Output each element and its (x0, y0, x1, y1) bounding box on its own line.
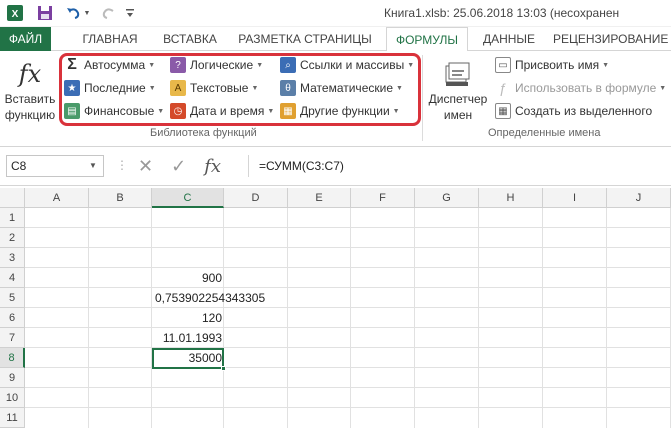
library-group-label: Библиотека функций (150, 127, 257, 139)
cell-c4[interactable]: 900 (152, 269, 224, 288)
grid-line (25, 367, 671, 368)
tab-formulas[interactable]: ФОРМУЛЫ (386, 27, 468, 52)
row-header-5[interactable]: 5 (0, 288, 25, 308)
grid-line (478, 208, 479, 428)
row-header-9[interactable]: 9 (0, 368, 25, 388)
enter-icon[interactable]: ✓ (171, 156, 186, 177)
grid-line (25, 287, 671, 288)
grid-line (25, 307, 671, 308)
column-header-d[interactable]: D (224, 188, 288, 208)
cancel-icon[interactable]: ✕ (138, 156, 153, 177)
define-name-icon: ▭ (495, 57, 511, 73)
create-from-selection-button[interactable]: ▦ Создать из выделенного (495, 101, 652, 121)
use-in-formula-icon: ƒ (499, 80, 507, 96)
title-bar: X ▼ Книга1.xlsb: 25.06.2018 13:03 (несох… (0, 0, 671, 27)
row-header-2[interactable]: 2 (0, 228, 25, 248)
group-divider (422, 55, 423, 141)
grid-line (350, 208, 351, 428)
define-name-label: Присвоить имя (515, 58, 600, 72)
row-header-7[interactable]: 7 (0, 328, 25, 348)
grid-line (287, 208, 288, 428)
grid-line (25, 267, 671, 268)
grid-line (88, 208, 89, 428)
cell-c7[interactable]: 11.01.1993 (152, 329, 224, 348)
chevron-down-icon: ▼ (659, 84, 667, 92)
row-header-4[interactable]: 4 (0, 268, 25, 288)
name-box-dropdown-icon[interactable]: ▼ (89, 155, 97, 177)
name-manager-label-1: Диспетчер (428, 92, 488, 106)
row-header-1[interactable]: 1 (0, 208, 25, 228)
tab-data[interactable]: ДАННЫЕ (473, 27, 545, 51)
define-name-button[interactable]: ▭ Присвоить имя ▼ (495, 55, 609, 75)
column-header-b[interactable]: B (89, 188, 152, 208)
formula-bar-grip-icon: ⋮ (116, 158, 128, 172)
select-all-corner[interactable] (0, 188, 25, 208)
tab-insert[interactable]: ВСТАВКА (150, 27, 230, 51)
insert-function-fx-icon[interactable]: fx (204, 156, 221, 177)
formula-input[interactable]: =СУММ(C3:C7) (248, 155, 668, 177)
formula-bar: C8 ▼ ⋮ ✕ ✓ fx =СУММ(C3:C7) (0, 148, 671, 186)
cell-c5[interactable]: 0,753902254343305 (153, 289, 283, 308)
insert-function-button[interactable]: fx Вставить функцию (2, 59, 58, 123)
chevron-down-icon: ▼ (602, 61, 610, 69)
customize-qat-icon[interactable] (124, 4, 136, 22)
grid-line (542, 208, 543, 428)
active-cell-border (152, 348, 224, 369)
save-icon[interactable] (36, 4, 54, 22)
column-header-e[interactable]: E (288, 188, 351, 208)
fill-handle[interactable] (221, 366, 226, 371)
redo-icon[interactable] (100, 4, 118, 22)
row-header-11[interactable]: 11 (0, 408, 25, 428)
insert-function-label-2: функцию (4, 108, 56, 122)
grid-line (606, 208, 607, 428)
tab-home[interactable]: ГЛАВНАЯ (70, 27, 150, 51)
column-header-f[interactable]: F (351, 188, 415, 208)
grid-line (25, 387, 671, 388)
row-header-10[interactable]: 10 (0, 388, 25, 408)
insert-function-label-1: Вставить (4, 92, 56, 106)
create-from-selection-icon: ▦ (495, 103, 511, 119)
column-header-g[interactable]: G (415, 188, 479, 208)
grid-line (25, 247, 671, 248)
worksheet-grid[interactable]: A B C D E F G H I J 1 2 3 4 5 6 7 8 9 10… (0, 188, 671, 428)
document-title: Книга1.xlsb: 25.06.2018 13:03 (несохране… (384, 6, 620, 20)
grid-line (25, 347, 671, 348)
grid-line (414, 208, 415, 428)
grid-line (25, 407, 671, 408)
svg-text:X: X (12, 9, 19, 20)
grid-line (25, 227, 671, 228)
undo-icon[interactable] (64, 4, 82, 22)
grid-line (25, 327, 671, 328)
ribbon-tabs: ФАЙЛ ГЛАВНАЯ ВСТАВКА РАЗМЕТКА СТРАНИЦЫ Ф… (0, 27, 671, 52)
function-library-highlight (59, 53, 421, 126)
row-header-3[interactable]: 3 (0, 248, 25, 268)
undo-dropdown-icon[interactable]: ▼ (82, 4, 92, 22)
name-manager-button[interactable]: Диспетчер имен (426, 59, 490, 123)
column-header-a[interactable]: A (25, 188, 89, 208)
row-header-8[interactable]: 8 (0, 348, 25, 368)
names-group-label: Определенные имена (488, 127, 601, 139)
tab-review[interactable]: РЕЦЕНЗИРОВАНИЕ (553, 27, 671, 51)
column-header-j[interactable]: J (607, 188, 671, 208)
row-header-6[interactable]: 6 (0, 308, 25, 328)
excel-logo-icon[interactable]: X (6, 4, 24, 22)
tab-file[interactable]: ФАЙЛ (0, 27, 51, 51)
cell-c6[interactable]: 120 (152, 309, 224, 328)
use-in-formula-label: Использовать в формуле (515, 81, 657, 95)
create-from-selection-label: Создать из выделенного (515, 104, 653, 118)
use-in-formula-button[interactable]: ƒ Использовать в формуле ▼ (495, 78, 666, 98)
name-manager-label-2: имен (443, 108, 473, 122)
tab-page-layout[interactable]: РАЗМЕТКА СТРАНИЦЫ (230, 27, 380, 51)
name-manager-icon (426, 59, 490, 91)
column-header-c[interactable]: C (152, 188, 224, 208)
column-header-i[interactable]: I (543, 188, 607, 208)
fx-icon: fx (18, 60, 42, 88)
column-header-h[interactable]: H (479, 188, 543, 208)
